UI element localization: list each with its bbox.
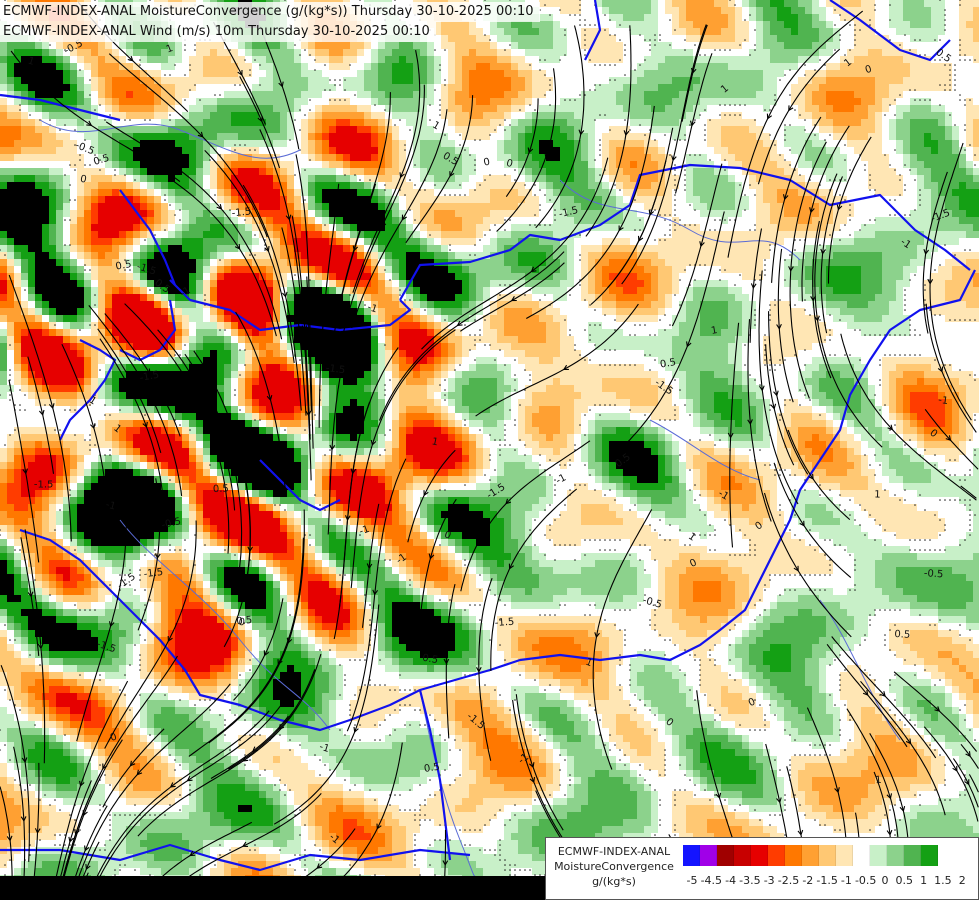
contour-label: -1.5 — [34, 480, 54, 491]
weather-map[interactable]: 01000.5-1.51-1.50.50.501-0.50.5-10100.51… — [0, 0, 979, 900]
legend-swatch — [853, 845, 870, 866]
legend-tick-labels: -5 -4.5 -4 -3.5 -3 -2.5 -2 -1.5 -1 -0.5 0 0.5 1 1.5 2 — [683, 874, 973, 890]
legend-swatch — [683, 845, 700, 866]
legend-swatch — [768, 845, 785, 866]
legend-swatch — [819, 845, 836, 866]
legend-tick: 2 — [959, 874, 966, 887]
legend-colorbar — [683, 845, 938, 866]
contour-label: 1 — [875, 775, 882, 787]
legend-tick: 1 — [920, 874, 927, 887]
legend-swatch — [751, 845, 768, 866]
legend-swatch — [717, 845, 734, 866]
legend-tick: -4.5 — [701, 874, 722, 887]
legend-tick: -1 — [841, 874, 852, 887]
legend-tick: -2.5 — [778, 874, 799, 887]
legend-model: ECMWF-INDEX-ANAL — [550, 844, 678, 859]
contour-label: 0.5 — [894, 629, 910, 641]
legend-unit: g/(kg*s) — [550, 874, 678, 889]
map-title-moisture: ECMWF-INDEX-ANAL MoistureConvergence (g/… — [0, 2, 540, 22]
legend-tick: 0.5 — [896, 874, 914, 887]
legend-tick: -5 — [687, 874, 698, 887]
legend-swatch — [870, 845, 887, 866]
contour-label: -1.5 — [231, 206, 252, 219]
legend-swatch — [887, 845, 904, 866]
legend-tick: 0 — [882, 874, 889, 887]
legend-swatch — [700, 845, 717, 866]
contour-label: -0.5 — [923, 568, 943, 580]
legend-title: ECMWF-INDEX-ANAL MoistureConvergence g/(… — [550, 844, 678, 889]
contour-label: -1.5 — [325, 363, 346, 376]
contour-label: -1 — [937, 395, 948, 407]
contour-label: 1 — [874, 489, 881, 500]
legend-tick: 1.5 — [934, 874, 952, 887]
legend-swatch — [785, 845, 802, 866]
legend-swatch — [904, 845, 921, 866]
legend-tick: -3 — [764, 874, 775, 887]
legend-tick: -3.5 — [739, 874, 760, 887]
legend-swatch — [802, 845, 819, 866]
contour-label: 0.5 — [236, 615, 253, 628]
legend-parameter: MoistureConvergence — [550, 859, 678, 874]
contour-label: 0.5 — [213, 484, 229, 496]
legend-tick: -1.5 — [816, 874, 837, 887]
legend-swatch — [921, 845, 938, 866]
legend-tick: -2 — [802, 874, 813, 887]
legend-swatch — [734, 845, 751, 866]
legend-tick: -4 — [725, 874, 736, 887]
contour-label: -1.5 — [494, 617, 514, 629]
legend-swatch — [836, 845, 853, 866]
contour-label: -1.5 — [143, 567, 164, 580]
legend-tick: -0.5 — [855, 874, 876, 887]
map-title-wind: ECMWF-INDEX-ANAL Wind (m/s) 10m Thursday… — [0, 22, 436, 42]
map-view[interactable]: 0 1 0 0 0.5 -1.5 1 -1.5 0.5 0.5 0 1 -0.5 0.5 -1 0 1 0 0.5 1… — [0, 0, 979, 900]
color-legend: ECMWF-INDEX-ANAL MoistureConvergence g/(… — [545, 837, 979, 900]
